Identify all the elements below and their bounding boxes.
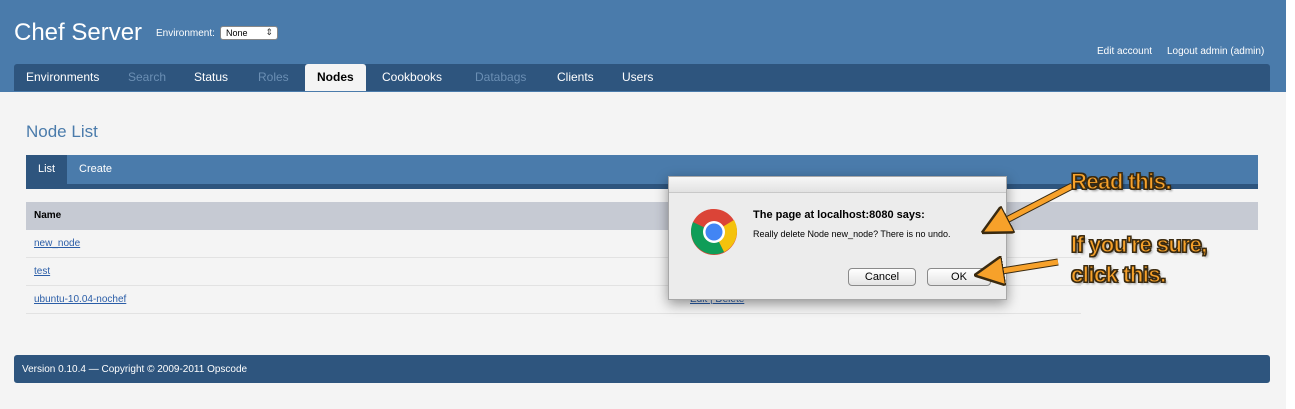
nav-databags[interactable]: Databags bbox=[475, 64, 526, 91]
site-title: Chef Server bbox=[14, 19, 143, 46]
annotation-if-sure: If you're sure, click this. bbox=[1071, 230, 1208, 290]
column-header-name: Name bbox=[34, 210, 62, 221]
nav-users[interactable]: Users bbox=[622, 64, 653, 91]
nav-roles[interactable]: Roles bbox=[258, 64, 289, 91]
edit-account-link[interactable]: Edit account bbox=[1097, 46, 1152, 57]
subtab-create[interactable]: Create bbox=[79, 155, 112, 184]
annotation-line-1: If you're sure, bbox=[1071, 232, 1208, 258]
annotation-read-this: Read this. bbox=[1070, 169, 1172, 195]
node-link-new-node[interactable]: new_node bbox=[34, 238, 80, 249]
dialog-message: Really delete Node new_node? There is no… bbox=[753, 229, 951, 239]
nav-status[interactable]: Status bbox=[194, 64, 228, 91]
main-nav: Environments Search Status Roles Nodes C… bbox=[14, 64, 1270, 91]
nav-nodes[interactable]: Nodes bbox=[305, 64, 366, 91]
select-arrows-icon: ⇕ bbox=[265, 27, 273, 37]
dialog-titlebar[interactable] bbox=[669, 177, 1006, 193]
ok-button[interactable]: OK bbox=[927, 268, 991, 286]
footer: Version 0.10.4 — Copyright © 2009-2011 O… bbox=[14, 355, 1270, 383]
page-title: Node List bbox=[26, 122, 98, 141]
nav-environments[interactable]: Environments bbox=[26, 64, 99, 91]
environment-selected-value: None bbox=[226, 28, 248, 38]
subtab-list[interactable]: List bbox=[26, 155, 68, 184]
cancel-button[interactable]: Cancel bbox=[848, 268, 916, 286]
node-link-ubuntu[interactable]: ubuntu-10.04-nochef bbox=[34, 294, 126, 305]
environment-select[interactable]: None ⇕ bbox=[220, 26, 278, 40]
table-header: Name bbox=[26, 202, 1258, 230]
environment-label: Environment: bbox=[156, 28, 215, 39]
page-edge bbox=[1286, 0, 1295, 409]
confirm-dialog: The page at localhost:8080 says: Really … bbox=[668, 176, 1007, 300]
nav-clients[interactable]: Clients bbox=[557, 64, 594, 91]
logout-link[interactable]: Logout admin (admin) bbox=[1167, 46, 1264, 57]
footer-text: Version 0.10.4 — Copyright © 2009-2011 O… bbox=[22, 364, 248, 375]
nav-cookbooks[interactable]: Cookbooks bbox=[382, 64, 442, 91]
dialog-title: The page at localhost:8080 says: bbox=[753, 209, 925, 221]
nav-search[interactable]: Search bbox=[128, 64, 166, 91]
annotation-line-2: click this. bbox=[1071, 262, 1167, 288]
chrome-icon bbox=[691, 208, 737, 255]
node-link-test[interactable]: test bbox=[34, 266, 50, 277]
